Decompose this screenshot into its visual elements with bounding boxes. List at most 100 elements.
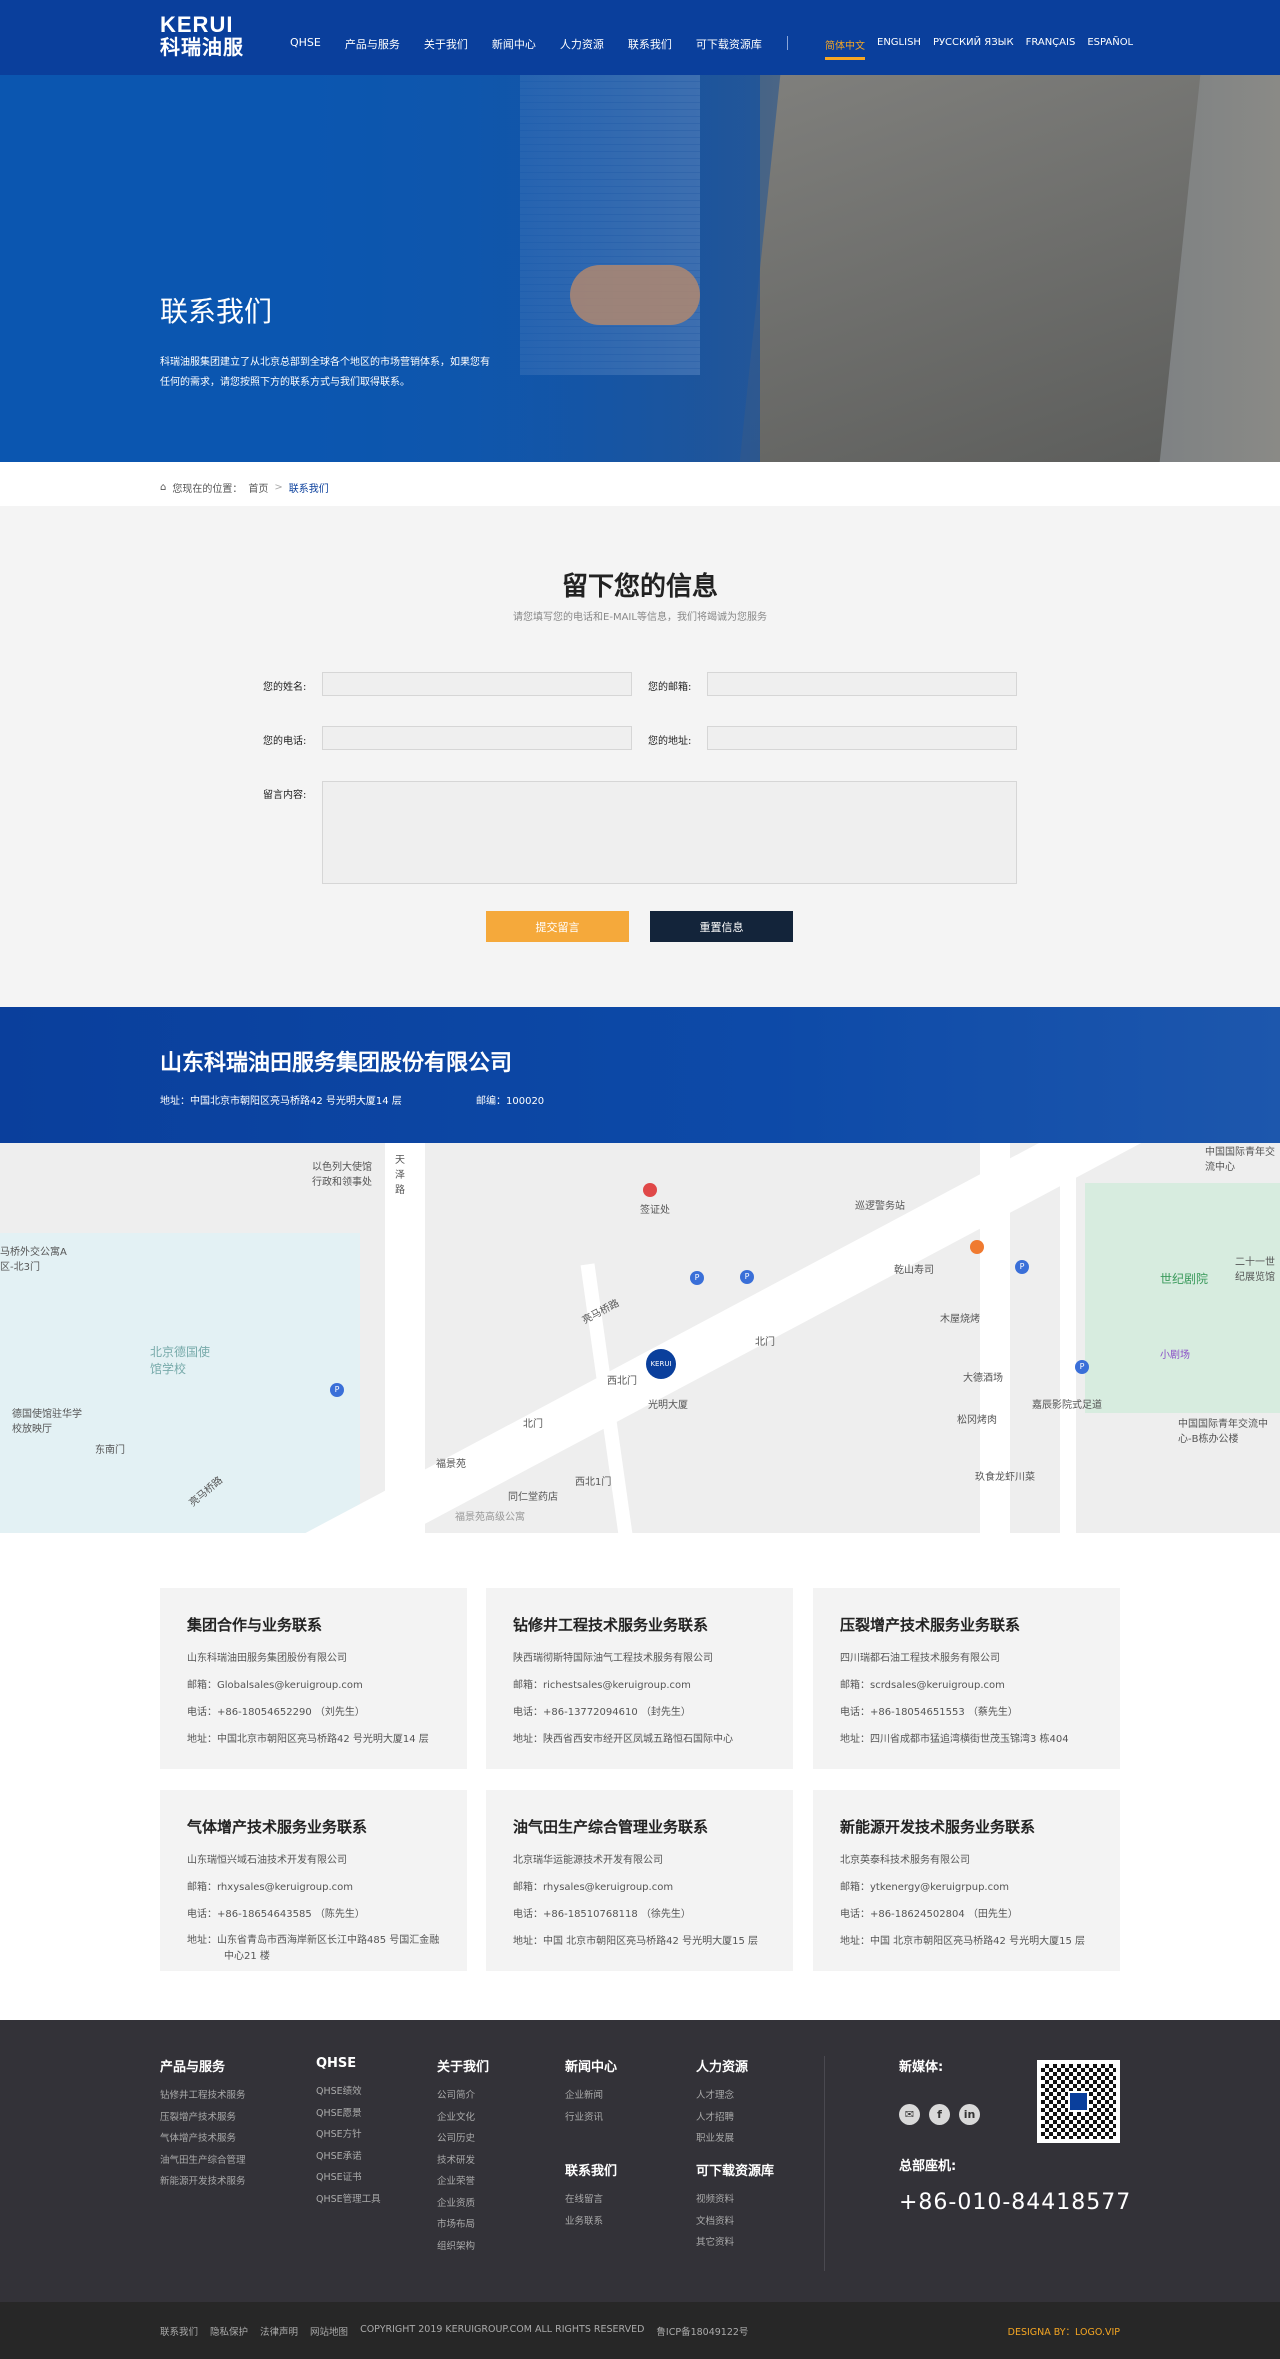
bottom-link[interactable]: 联系我们 — [160, 2324, 198, 2338]
card-company: 山东科瑞油田服务集团股份有限公司 — [187, 1653, 347, 1664]
footer-link[interactable]: QHSE方针 — [316, 2124, 381, 2146]
footer-link[interactable]: 市场布局 — [437, 2214, 489, 2236]
footer-link[interactable]: QHSE管理工具 — [316, 2189, 381, 2211]
footer-link[interactable]: 在线留言 — [565, 2189, 617, 2211]
card-email[interactable]: 邮箱：rhxysales@keruigroup.com — [187, 1874, 440, 1901]
footer-link[interactable]: 公司简介 — [437, 2085, 489, 2107]
footer-link[interactable]: 组织架构 — [437, 2236, 489, 2258]
submit-button[interactable]: 提交留言 — [486, 911, 629, 942]
footer-link[interactable]: 行业资讯 — [565, 2107, 617, 2129]
name-label: 您的姓名: — [263, 682, 307, 693]
language-switcher: 简体中文 ENGLISH РУССКИЙ ЯЗЫК FRANÇAIS ESPAÑ… — [825, 37, 1133, 60]
nav-downloads[interactable]: 可下载资源库 — [696, 36, 762, 52]
footer-link[interactable]: 人才理念 — [696, 2085, 748, 2107]
card-address: 地址：山东省青岛市西海岸新区长江中路485 号国汇金融中心21 楼 — [187, 1935, 440, 1962]
footer-link[interactable]: 企业荣誉 — [437, 2171, 489, 2193]
footer-link[interactable]: QHSE证书 — [316, 2167, 381, 2189]
wechat-icon[interactable]: ✉ — [899, 2104, 920, 2125]
card-title: 气体增产技术服务业务联系 — [187, 1818, 368, 1836]
nav-qhse[interactable]: QHSE — [290, 36, 321, 52]
map-label: 小剧场 — [1160, 1350, 1190, 1361]
footer-link[interactable]: 企业文化 — [437, 2107, 489, 2129]
footer-link[interactable]: 人才招聘 — [696, 2107, 748, 2129]
footer-link[interactable]: 技术研发 — [437, 2150, 489, 2172]
icp-number[interactable]: 鲁ICP备18049122号 — [656, 2324, 748, 2338]
map-label: 大德酒场 — [963, 1373, 1003, 1384]
bottom-link[interactable]: 隐私保护 — [210, 2324, 248, 2338]
footer-col-hr: 人力资源 人才理念 人才招聘 职业发展 — [696, 2056, 748, 2150]
lang-en[interactable]: ENGLISH — [877, 37, 921, 60]
bottom-link[interactable]: 法律声明 — [260, 2324, 298, 2338]
footer-link[interactable]: 气体增产技术服务 — [160, 2128, 246, 2150]
footer-link[interactable]: 职业发展 — [696, 2128, 748, 2150]
card-email[interactable]: 邮箱：scrdsales@keruigroup.com — [840, 1672, 1093, 1699]
map-label: 中国国际青年交流中心-B栋办公楼 — [1178, 1419, 1268, 1445]
footer-link[interactable]: 视频资料 — [696, 2189, 774, 2211]
footer-link[interactable]: 其它资料 — [696, 2232, 774, 2254]
form-title: 留下您的信息 — [561, 572, 718, 602]
footer-link[interactable]: 文档资料 — [696, 2211, 774, 2233]
card-email[interactable]: 邮箱：Globalsales@keruigroup.com — [187, 1672, 440, 1699]
footer-link[interactable]: QHSE承诺 — [316, 2146, 381, 2168]
footer-col-qhse: QHSE QHSE绩效 QHSE愿景 QHSE方针 QHSE承诺 QHSE证书 … — [316, 2056, 381, 2210]
footer-heading[interactable]: QHSE — [316, 2056, 381, 2071]
address-input[interactable] — [707, 726, 1017, 750]
bottom-link[interactable]: 网站地图 — [310, 2324, 348, 2338]
nav-news[interactable]: 新闻中心 — [492, 36, 536, 52]
contact-card: 气体增产技术服务业务联系 山东瑞恒兴域石油技术开发有限公司 邮箱：rhxysal… — [160, 1790, 467, 1971]
map[interactable]: 以色列大使馆行政和领事处 天泽路 签证处 巡逻警务站 马桥外交公寓A区-北3门 … — [0, 1143, 1280, 1533]
lang-fr[interactable]: FRANÇAIS — [1026, 37, 1076, 60]
map-label: 福景苑高级公寓 — [455, 1512, 525, 1523]
card-address: 地址：中国 北京市朝阳区亮马桥路42 号光明大厦15 层 — [840, 1936, 1085, 1947]
lang-ru[interactable]: РУССКИЙ ЯЗЫК — [933, 37, 1014, 60]
breadcrumb-home[interactable]: 首页 — [248, 480, 268, 495]
card-title: 油气田生产综合管理业务联系 — [513, 1818, 709, 1836]
design-credit[interactable]: DESIGNA BY：LOGO.VIP — [1008, 2324, 1120, 2338]
map-label: 二十一世纪展览馆 — [1235, 1257, 1275, 1283]
name-input[interactable] — [322, 672, 632, 696]
footer-link[interactable]: 钻修井工程技术服务 — [160, 2085, 246, 2107]
footer-link[interactable]: 业务联系 — [565, 2211, 617, 2233]
linkedin-icon[interactable]: in — [959, 2104, 980, 2125]
card-email[interactable]: 邮箱：rhysales@keruigroup.com — [513, 1874, 766, 1901]
email-input[interactable] — [707, 672, 1017, 696]
footer-heading[interactable]: 产品与服务 — [160, 2056, 246, 2075]
footer-link[interactable]: 压裂增产技术服务 — [160, 2107, 246, 2129]
footer-heading[interactable]: 联系我们 — [565, 2160, 617, 2179]
card-company: 陕西瑞彻斯特国际油气工程技术服务有限公司 — [513, 1653, 713, 1664]
nav-hr[interactable]: 人力资源 — [560, 36, 604, 52]
map-label: 松冈烤肉 — [957, 1415, 997, 1426]
map-label: 北京德国使馆学校 — [150, 1345, 211, 1376]
footer-heading[interactable]: 新闻中心 — [565, 2056, 617, 2075]
lang-zh[interactable]: 简体中文 — [825, 37, 865, 60]
footer-link[interactable]: 公司历史 — [437, 2128, 489, 2150]
reset-button[interactable]: 重置信息 — [650, 911, 793, 942]
phone-label: 您的电话: — [263, 736, 307, 747]
footer-link[interactable]: 新能源开发技术服务 — [160, 2171, 246, 2193]
footer-heading[interactable]: 关于我们 — [437, 2056, 489, 2075]
phone-input[interactable] — [322, 726, 632, 750]
footer-link[interactable]: 企业新闻 — [565, 2085, 617, 2107]
logo[interactable]: KERUI 科瑞油服 — [160, 14, 244, 59]
nav-about[interactable]: 关于我们 — [424, 36, 468, 52]
footer-heading[interactable]: 可下载资源库 — [696, 2160, 774, 2179]
card-email[interactable]: 邮箱：ytkenergy@keruigrpup.com — [840, 1874, 1093, 1901]
hero-description: 科瑞油服集团建立了从北京总部到全球各个地区的市场营销体系，如果您有任何的需求，请… — [160, 357, 490, 388]
lang-es[interactable]: ESPAÑOL — [1087, 37, 1133, 60]
parking-icon: P — [740, 1270, 754, 1284]
card-email[interactable]: 邮箱：richestsales@keruigroup.com — [513, 1672, 766, 1699]
footer-link[interactable]: QHSE愿景 — [316, 2103, 381, 2125]
footer-link[interactable]: 企业资质 — [437, 2193, 489, 2215]
facebook-icon[interactable]: f — [929, 2104, 950, 2125]
nav-contact[interactable]: 联系我们 — [628, 36, 672, 52]
hero-title: 联系我们 — [160, 295, 273, 328]
message-textarea[interactable] — [322, 781, 1017, 884]
footer-link[interactable]: QHSE绩效 — [316, 2081, 381, 2103]
footer-link[interactable]: 油气田生产综合管理 — [160, 2150, 246, 2172]
map-area-school — [0, 1233, 360, 1533]
map-label: 东南门 — [95, 1445, 125, 1456]
nav-products[interactable]: 产品与服务 — [345, 36, 400, 52]
footer-heading[interactable]: 人力资源 — [696, 2056, 748, 2075]
map-location-marker[interactable]: KERUI — [646, 1349, 676, 1379]
map-label: 乾山寿司 — [894, 1265, 934, 1276]
